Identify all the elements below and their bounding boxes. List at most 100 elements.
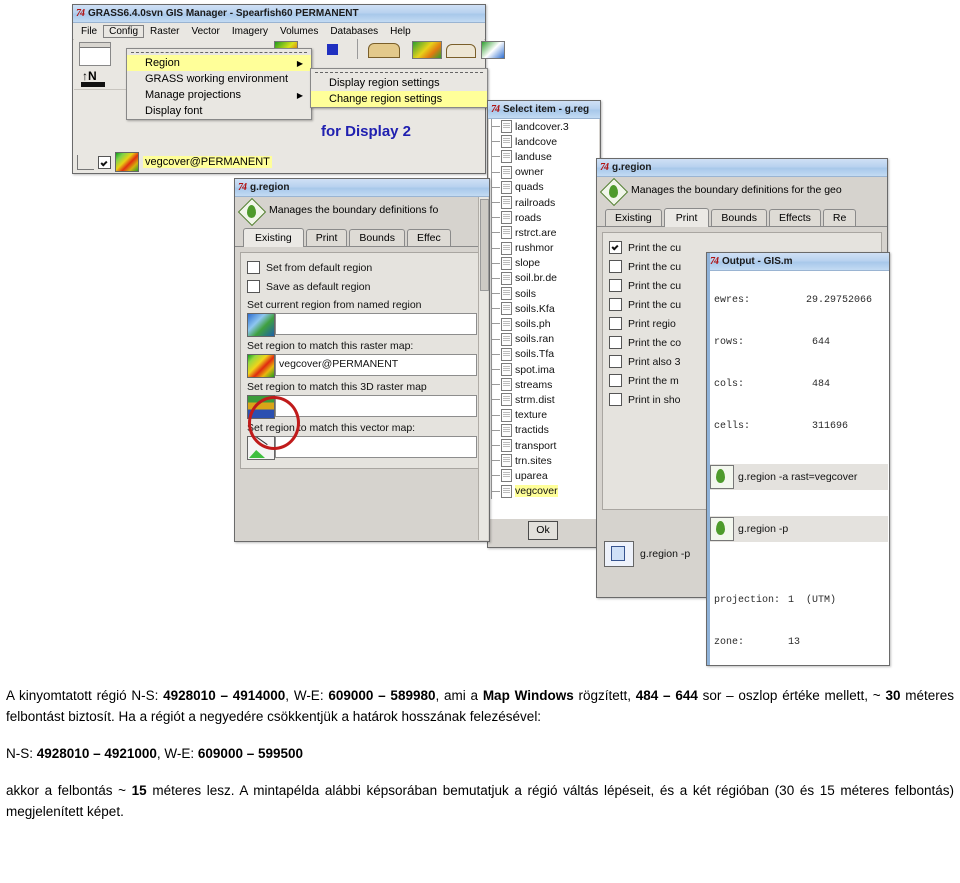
gregion-existing-window[interactable]: 74 g.region Manages the boundary definit… (234, 178, 490, 542)
select-item-window[interactable]: 74 Select item - g.reg landcover.3 landc… (487, 100, 601, 548)
menu-imagery[interactable]: Imagery (226, 25, 274, 38)
menu-item-display-region-settings[interactable]: Display region settings (311, 75, 487, 91)
layer-tree-row[interactable]: vegcover@PERMANENT (77, 152, 483, 172)
list-item[interactable]: railroads (489, 194, 599, 211)
checkbox-icon[interactable] (609, 260, 622, 273)
field-raster-map[interactable]: vegcover@PERMANENT (247, 354, 477, 378)
list-item[interactable]: texture (489, 407, 599, 423)
menu-file[interactable]: File (75, 25, 103, 38)
new-workspace-icon[interactable] (79, 42, 111, 66)
list-item[interactable]: soil.br.de (489, 270, 599, 287)
checkbox-icon[interactable] (247, 261, 260, 274)
list-item[interactable]: landcove (489, 134, 599, 150)
tab-print[interactable]: Print (663, 208, 710, 227)
checkbox-set-from-default-region[interactable]: Set from default region (247, 261, 477, 274)
vertical-scrollbar[interactable] (478, 197, 489, 540)
list-item[interactable]: soils.ph (489, 316, 599, 332)
list-item[interactable]: soils.ran (489, 331, 599, 348)
output-command-row-2[interactable]: g.region -p (710, 516, 888, 542)
list-item[interactable]: spot.ima (489, 362, 599, 378)
tab-effects[interactable]: Effec (406, 229, 451, 246)
checkbox-save-as-default-region[interactable]: Save as default region (247, 280, 477, 293)
raster3d-map-input[interactable] (275, 395, 477, 417)
config-dropdown-menu[interactable]: Region ▶ GRASS working environment ▶ Man… (126, 48, 318, 120)
list-item[interactable]: tractids (489, 422, 599, 439)
list-item[interactable]: transport (489, 437, 599, 454)
vector-map-input[interactable] (275, 436, 477, 458)
thematic-map-icon[interactable] (412, 41, 442, 59)
copy-icon[interactable] (604, 541, 634, 567)
tab-region[interactable]: Re (822, 209, 857, 226)
list-item[interactable]: soils.Tfa (489, 346, 599, 363)
chart-map-icon[interactable] (446, 44, 476, 58)
checkbox-icon[interactable] (609, 393, 622, 406)
region-submenu[interactable]: Display region settings Change region se… (310, 68, 488, 108)
vector-map-icon[interactable] (368, 43, 400, 58)
checkbox-icon[interactable] (609, 317, 622, 330)
raster-icon[interactable] (247, 354, 275, 378)
menu-tearoff[interactable] (131, 52, 307, 53)
gis-manager-menubar[interactable]: File Config Raster Vector Imagery Volume… (73, 23, 485, 40)
grass-module-icon[interactable] (710, 465, 734, 489)
north-arrow-icon[interactable]: ↑N (79, 68, 109, 90)
menu-databases[interactable]: Databases (324, 25, 384, 38)
list-item[interactable]: strm.dist (489, 392, 599, 408)
list-item[interactable]: soils.Kfa (489, 301, 599, 317)
menu-item-manage-projections[interactable]: Manage projections ▶ (127, 87, 311, 103)
named-region-input[interactable] (275, 313, 477, 335)
list-item[interactable]: streams (489, 377, 599, 393)
list-item[interactable]: landuse (489, 149, 599, 165)
layer-visibility-checkbox[interactable] (98, 155, 111, 169)
select-item-list[interactable]: landcover.3 landcove landuse owner quads… (489, 119, 599, 519)
menu-help[interactable]: Help (384, 25, 417, 38)
list-item[interactable]: quads (489, 179, 599, 196)
globe-icon[interactable] (247, 313, 275, 337)
scrollbar-thumb[interactable] (480, 199, 489, 291)
tab-existing[interactable]: Existing (243, 228, 304, 247)
gregion-left-tabs[interactable]: Existing Print Bounds Effec (235, 227, 489, 247)
checkbox-icon[interactable] (609, 374, 622, 387)
checkbox-icon[interactable] (609, 241, 622, 254)
list-item[interactable]: uparea (489, 468, 599, 484)
menu-raster[interactable]: Raster (144, 25, 185, 38)
ok-button[interactable]: Ok (528, 521, 558, 540)
list-item[interactable]: owner (489, 164, 599, 180)
checkbox-icon[interactable] (609, 279, 622, 292)
checkbox-icon[interactable] (247, 280, 260, 293)
output-command-row-1[interactable]: g.region -a rast=vegcover (710, 464, 888, 490)
menu-item-region[interactable]: Region ▶ (127, 55, 311, 71)
list-item[interactable]: soils (489, 286, 599, 302)
blue-square-icon[interactable] (327, 44, 338, 55)
list-item-selected[interactable]: vegcover (489, 483, 599, 499)
tab-bounds[interactable]: Bounds (349, 229, 405, 246)
menu-config[interactable]: Config (103, 24, 145, 38)
list-item[interactable]: rushmor (489, 240, 599, 256)
list-item[interactable]: slope (489, 255, 599, 272)
grass-module-icon[interactable] (710, 517, 734, 541)
raster-map-input[interactable]: vegcover@PERMANENT (275, 354, 477, 376)
menu-volumes[interactable]: Volumes (274, 25, 324, 38)
gregion-right-tabs[interactable]: Existing Print Bounds Effects Re (597, 207, 887, 227)
label-map-icon[interactable] (481, 41, 505, 59)
tab-effects[interactable]: Effects (768, 209, 821, 226)
submenu-tearoff[interactable] (315, 72, 483, 73)
list-item[interactable]: landcover.3 (489, 119, 599, 135)
checkbox-icon[interactable] (609, 298, 622, 311)
field-named-region[interactable] (247, 313, 477, 337)
checkbox-icon[interactable] (609, 336, 622, 349)
list-item[interactable]: rstrct.are (489, 225, 599, 241)
menu-item-change-region-settings[interactable]: Change region settings (311, 91, 487, 107)
menu-item-display-font[interactable]: Display font (127, 103, 311, 119)
menu-vector[interactable]: Vector (185, 25, 225, 38)
layer-name-label[interactable]: vegcover@PERMANENT (143, 156, 272, 168)
tab-bounds[interactable]: Bounds (711, 209, 767, 226)
output-body[interactable]: ewres: 29.29752066 rows: 644 cols: 484 cell… (708, 271, 888, 663)
list-item[interactable]: trn.sites (489, 453, 599, 469)
menu-item-grass-working-environment[interactable]: GRASS working environment ▶ (127, 71, 318, 87)
output-window[interactable]: 74 Output - GIS.m ewres: 29.29752066 rows… (706, 252, 890, 666)
command-preview-row[interactable]: g.region -p (604, 541, 690, 567)
list-item[interactable]: roads (489, 210, 599, 226)
checkbox-icon[interactable] (609, 355, 622, 368)
tab-print[interactable]: Print (305, 229, 348, 246)
tab-existing[interactable]: Existing (605, 209, 662, 226)
